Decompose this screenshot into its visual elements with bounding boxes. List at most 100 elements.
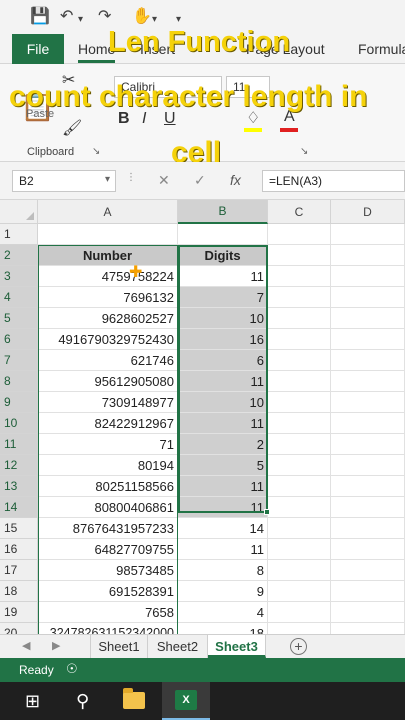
tab-formulas[interactable]: Formulas — [358, 41, 405, 57]
row-header[interactable]: 13 — [0, 476, 38, 497]
cell-digits[interactable]: 18 — [178, 623, 268, 634]
sheet-tab-sheet1[interactable]: Sheet1 — [90, 635, 148, 658]
name-box-dropdown-icon[interactable]: ▾ — [105, 174, 110, 185]
row-header[interactable]: 8 — [0, 371, 38, 392]
cell[interactable] — [268, 308, 331, 329]
search-icon[interactable]: ⚲ — [76, 690, 89, 712]
cell[interactable] — [268, 371, 331, 392]
cell[interactable] — [331, 518, 405, 539]
active-cell-digits[interactable]: 11 — [178, 266, 268, 287]
cell-number[interactable]: 80194 — [38, 455, 178, 476]
cell-digits[interactable]: 14 — [178, 518, 268, 539]
name-box[interactable]: B2 ▾ — [12, 170, 116, 192]
cell[interactable] — [268, 266, 331, 287]
cell[interactable] — [331, 266, 405, 287]
row-header[interactable]: 17 — [0, 560, 38, 581]
cancel-entry-icon[interactable]: ✕ — [158, 172, 170, 189]
cell-number[interactable]: 4759758224 — [38, 266, 178, 287]
cell[interactable] — [331, 371, 405, 392]
cell[interactable] — [268, 518, 331, 539]
cell[interactable] — [331, 476, 405, 497]
formula-input[interactable]: =LEN(A3) — [262, 170, 405, 192]
cell-number[interactable]: 9628602527 — [38, 308, 178, 329]
cell-digits[interactable]: 5 — [178, 455, 268, 476]
cell[interactable] — [268, 623, 331, 634]
add-sheet-button[interactable]: + — [290, 638, 307, 655]
cell[interactable] — [268, 434, 331, 455]
cell[interactable] — [331, 392, 405, 413]
cell-number[interactable]: 95612905080 — [38, 371, 178, 392]
cell[interactable] — [331, 245, 405, 266]
row-header[interactable]: 5 — [0, 308, 38, 329]
windows-start-icon[interactable]: ⊞ — [25, 690, 40, 712]
cell-digits[interactable]: 7 — [178, 287, 268, 308]
row-header[interactable]: 4 — [0, 287, 38, 308]
cell-number[interactable]: 7309148977 — [38, 392, 178, 413]
cell[interactable] — [268, 560, 331, 581]
cell-number[interactable]: 80800406861 — [38, 497, 178, 518]
cell[interactable] — [268, 245, 331, 266]
cell[interactable] — [331, 329, 405, 350]
cell-number[interactable]: 87676431957233 — [38, 518, 178, 539]
cell-number[interactable]: 80251158566 — [38, 476, 178, 497]
cell-digits[interactable]: 9 — [178, 581, 268, 602]
confirm-entry-icon[interactable]: ✓ — [194, 172, 206, 189]
cell[interactable] — [268, 329, 331, 350]
save-icon[interactable]: 💾 — [30, 8, 50, 26]
undo-icon[interactable]: ↶ — [60, 8, 73, 26]
sheet-tab-sheet2[interactable]: Sheet2 — [148, 635, 208, 658]
cell-number[interactable]: 82422912967 — [38, 413, 178, 434]
column-header-b[interactable]: B — [178, 200, 268, 224]
row-header[interactable]: 3 — [0, 266, 38, 287]
cell-digits[interactable]: 6 — [178, 350, 268, 371]
cell[interactable] — [268, 539, 331, 560]
cell[interactable] — [331, 287, 405, 308]
row-header[interactable]: 9 — [0, 392, 38, 413]
cell[interactable] — [178, 224, 268, 245]
cell[interactable] — [331, 434, 405, 455]
cell[interactable] — [268, 287, 331, 308]
cell-digits[interactable]: 11 — [178, 371, 268, 392]
cell-number[interactable]: 621746 — [38, 350, 178, 371]
cell[interactable] — [268, 392, 331, 413]
cell[interactable] — [268, 476, 331, 497]
row-header[interactable]: 7 — [0, 350, 38, 371]
row-header[interactable]: 14 — [0, 497, 38, 518]
clipboard-launcher-icon[interactable]: ↘ — [92, 146, 100, 157]
row-header[interactable]: 6 — [0, 329, 38, 350]
cell-digits[interactable]: 2 — [178, 434, 268, 455]
cell-number[interactable]: 71 — [38, 434, 178, 455]
cell[interactable] — [331, 308, 405, 329]
sheet-tab-sheet3[interactable]: Sheet3 — [208, 635, 266, 658]
fill-handle[interactable] — [264, 509, 270, 515]
cell[interactable] — [268, 413, 331, 434]
row-header[interactable]: 10 — [0, 413, 38, 434]
cell[interactable] — [268, 581, 331, 602]
cell[interactable] — [331, 539, 405, 560]
cell-number[interactable]: 4916790329752430 — [38, 329, 178, 350]
header-cell-number[interactable]: Number — [38, 245, 178, 266]
row-header[interactable]: 19 — [0, 602, 38, 623]
row-header[interactable]: 20 — [0, 623, 38, 634]
cell[interactable] — [331, 413, 405, 434]
prev-sheet-icon[interactable]: ◀ — [22, 639, 30, 652]
cell-digits[interactable]: 11 — [178, 413, 268, 434]
row-header[interactable]: 12 — [0, 455, 38, 476]
cell[interactable] — [268, 224, 331, 245]
cell[interactable] — [268, 602, 331, 623]
cell-digits[interactable]: 16 — [178, 329, 268, 350]
cell-number[interactable]: 7696132 — [38, 287, 178, 308]
cell-digits[interactable]: 10 — [178, 308, 268, 329]
file-explorer-icon[interactable] — [123, 688, 145, 709]
tab-file[interactable]: File — [12, 34, 64, 64]
worksheet-grid[interactable]: A B C D 1 2 Number Digits 3 4759758224 1… — [0, 200, 405, 634]
column-header-c[interactable]: C — [268, 200, 331, 224]
cell[interactable] — [331, 350, 405, 371]
cell-number[interactable]: 7658 — [38, 602, 178, 623]
cell-digits[interactable]: 4 — [178, 602, 268, 623]
cell[interactable] — [268, 455, 331, 476]
row-header[interactable]: 1 — [0, 224, 38, 245]
cell-digits[interactable]: 11 — [178, 539, 268, 560]
row-header[interactable]: 11 — [0, 434, 38, 455]
column-header-a[interactable]: A — [38, 200, 178, 224]
